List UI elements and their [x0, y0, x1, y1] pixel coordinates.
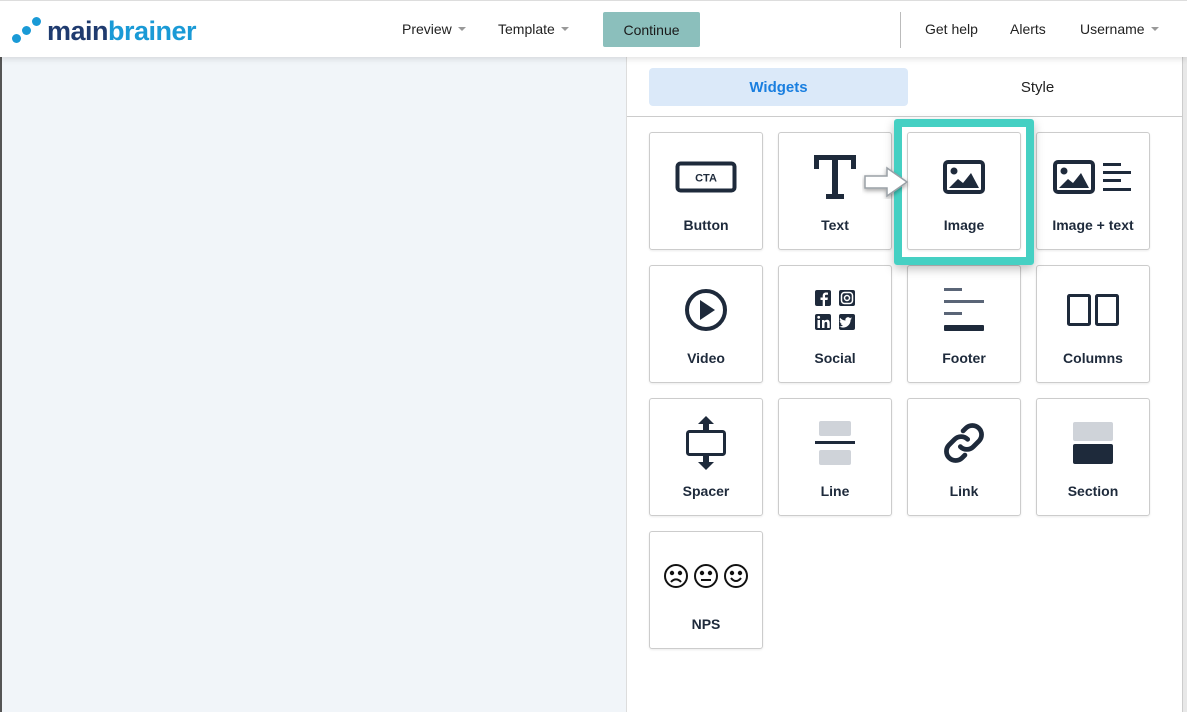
- tabs-divider: [627, 116, 1182, 117]
- widgets-panel: Widgets Style CTA Button Text Image Imag…: [627, 57, 1182, 712]
- tab-style[interactable]: Style: [908, 68, 1167, 106]
- chevron-down-icon: [560, 27, 569, 31]
- continue-button[interactable]: Continue: [603, 12, 700, 47]
- link-icon: [944, 423, 984, 463]
- widget-social[interactable]: Social: [778, 265, 892, 383]
- nps-faces-icon: [664, 564, 748, 588]
- social-icon: [815, 290, 855, 330]
- top-navigation-bar: mainbrainer Preview Template Continue Ge…: [0, 0, 1187, 57]
- widget-label: Link: [949, 483, 979, 499]
- template-label: Template: [498, 21, 555, 37]
- image-icon: [943, 160, 985, 194]
- section-icon: [1073, 422, 1113, 464]
- widget-columns[interactable]: Columns: [1036, 265, 1150, 383]
- widget-label: NPS: [691, 616, 721, 632]
- widget-nps[interactable]: NPS: [649, 531, 763, 649]
- tab-widgets[interactable]: Widgets: [649, 68, 908, 106]
- get-help-link[interactable]: Get help: [925, 21, 978, 37]
- widget-label: Columns: [1063, 350, 1123, 366]
- chevron-down-icon: [457, 27, 466, 31]
- logo-text: mainbrainer: [47, 15, 197, 46]
- columns-icon: [1067, 294, 1119, 326]
- widget-link[interactable]: Link: [907, 398, 1021, 516]
- user-menu[interactable]: Username: [1080, 21, 1159, 37]
- alerts-link[interactable]: Alerts: [1010, 21, 1046, 37]
- pointer-arrow-icon: [864, 166, 909, 198]
- panel-scrollbar[interactable]: [1182, 57, 1187, 712]
- alerts-label: Alerts: [1010, 21, 1046, 37]
- instagram-icon: [839, 290, 855, 306]
- image-text-icon: [1053, 160, 1131, 194]
- widget-video[interactable]: Video: [649, 265, 763, 383]
- widget-image[interactable]: Image: [907, 132, 1021, 250]
- widget-label: Line: [820, 483, 850, 499]
- mainbrainer-logo[interactable]: mainbrainer: [12, 15, 197, 47]
- widget-footer[interactable]: Footer: [907, 265, 1021, 383]
- footer-icon: [944, 288, 984, 331]
- widget-label: Image: [943, 217, 985, 233]
- linkedin-icon: [815, 314, 831, 330]
- widget-line[interactable]: Line: [778, 398, 892, 516]
- facebook-icon: [815, 290, 831, 306]
- widget-label: Video: [687, 350, 725, 366]
- widget-label: Section: [1067, 483, 1119, 499]
- widget-label: Image + text: [1052, 217, 1134, 233]
- widget-label: Button: [683, 217, 729, 233]
- email-canvas[interactable]: [0, 57, 627, 712]
- chevron-down-icon: [1150, 27, 1159, 31]
- get-help-label: Get help: [925, 21, 978, 37]
- neutral-face-icon: [694, 564, 718, 588]
- line-icon: [815, 421, 855, 465]
- sad-face-icon: [664, 564, 688, 588]
- twitter-icon: [839, 314, 855, 330]
- happy-face-icon: [724, 564, 748, 588]
- logo-dots-icon: [12, 16, 44, 46]
- preview-menu[interactable]: Preview: [402, 21, 466, 37]
- svg-text:CTA: CTA: [695, 173, 717, 185]
- nav-divider: [900, 12, 901, 48]
- widget-button[interactable]: CTA Button: [649, 132, 763, 250]
- play-icon: [685, 289, 727, 331]
- spacer-icon: [686, 416, 726, 470]
- preview-label: Preview: [402, 21, 452, 37]
- widget-label: Footer: [942, 350, 986, 366]
- widget-label: Social: [814, 350, 856, 366]
- username-label: Username: [1080, 21, 1145, 37]
- template-menu[interactable]: Template: [498, 21, 569, 37]
- cta-button-icon: CTA: [675, 161, 737, 193]
- widget-label: Spacer: [682, 483, 730, 499]
- widget-label: Text: [821, 217, 849, 233]
- widget-spacer[interactable]: Spacer: [649, 398, 763, 516]
- widget-section[interactable]: Section: [1036, 398, 1150, 516]
- text-icon: [814, 155, 856, 199]
- widget-image-text[interactable]: Image + text: [1036, 132, 1150, 250]
